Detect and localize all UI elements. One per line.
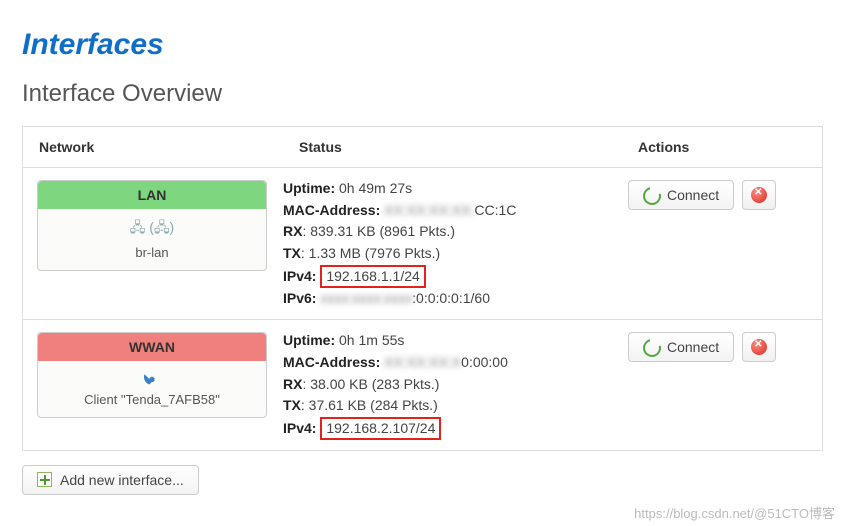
ipv6-label: IPv6: xyxy=(283,290,316,306)
ipv4-value: 192.168.2.107/24 xyxy=(320,417,441,440)
header-network: Network xyxy=(23,127,283,167)
tx-label: TX xyxy=(283,397,301,413)
add-icon xyxy=(37,472,52,487)
interface-name: WWAN xyxy=(38,333,266,361)
stop-button[interactable] xyxy=(742,180,776,210)
interface-device: Client "Tenda_7AFB58" xyxy=(38,392,266,407)
tx-value: : 37.61 KB (284 Pkts.) xyxy=(301,397,438,413)
bridge-icon: 🖧 (🖧) xyxy=(38,217,266,241)
ipv4-value: 192.168.1.1/24 xyxy=(320,265,425,288)
interface-device: br-lan xyxy=(38,245,266,260)
mac-tail: CC:1C xyxy=(474,202,516,218)
stop-icon xyxy=(751,339,767,355)
connect-button[interactable]: Connect xyxy=(628,180,734,210)
interface-status-lan: Uptime: 0h 49m 27s MAC-Address: XX:XX:XX… xyxy=(283,176,622,311)
rx-value: : 839.31 KB (8961 Pkts.) xyxy=(302,223,455,239)
tx-value: : 1.33 MB (7976 Pkts.) xyxy=(301,245,440,261)
uptime-label: Uptime: xyxy=(283,332,335,348)
mac-label: MAC-Address: xyxy=(283,202,380,218)
interfaces-table: Network Status Actions LAN 🖧 (🖧) br-lan … xyxy=(22,126,823,451)
rx-label: RX xyxy=(283,376,302,392)
mac-hidden: XX:XX:XX:X xyxy=(384,354,461,370)
ipv4-label: IPv4: xyxy=(283,420,316,436)
interface-status-wwan: Uptime: 0h 1m 55s MAC-Address: XX:XX:XX:… xyxy=(283,328,622,442)
interface-name: LAN xyxy=(38,181,266,209)
interface-row-lan: LAN 🖧 (🖧) br-lan Uptime: 0h 49m 27s MAC-… xyxy=(23,168,822,320)
rx-label: RX xyxy=(283,223,302,239)
refresh-icon xyxy=(643,339,659,355)
ipv6-hidden: xxxx:xxxx:xxxx xyxy=(320,290,412,306)
header-actions: Actions xyxy=(622,127,822,167)
table-header-row: Network Status Actions xyxy=(23,127,822,168)
ipv6-tail: :0:0:0:0:1/60 xyxy=(412,290,490,306)
uptime-value: 0h 1m 55s xyxy=(339,332,404,348)
uptime-label: Uptime: xyxy=(283,180,335,196)
mac-tail: 0:00:00 xyxy=(461,354,508,370)
connect-label: Connect xyxy=(667,187,719,203)
tx-label: TX xyxy=(283,245,301,261)
interface-row-wwan: WWAN Client "Tenda_7AFB58" Uptime: 0h 1m… xyxy=(23,320,822,451)
mac-label: MAC-Address: xyxy=(283,354,380,370)
add-interface-button[interactable]: Add new interface... xyxy=(22,465,199,495)
interface-box-lan[interactable]: LAN 🖧 (🖧) br-lan xyxy=(37,180,267,271)
rx-value: : 38.00 KB (283 Pkts.) xyxy=(302,376,439,392)
connect-button[interactable]: Connect xyxy=(628,332,734,362)
mac-hidden: XX:XX:XX:XX: xyxy=(384,202,474,218)
interface-box-wwan[interactable]: WWAN Client "Tenda_7AFB58" xyxy=(37,332,267,418)
uptime-value: 0h 49m 27s xyxy=(339,180,412,196)
stop-button[interactable] xyxy=(742,332,776,362)
wifi-icon xyxy=(38,369,266,388)
header-status: Status xyxy=(283,127,622,167)
connect-label: Connect xyxy=(667,339,719,355)
page-title: Interfaces xyxy=(22,28,823,62)
ipv4-label: IPv4: xyxy=(283,268,316,284)
stop-icon xyxy=(751,187,767,203)
refresh-icon xyxy=(643,187,659,203)
add-interface-label: Add new interface... xyxy=(60,472,184,488)
watermark: https://blog.csdn.net/@51CTO博客 xyxy=(634,503,835,522)
section-title: Interface Overview xyxy=(22,80,823,108)
